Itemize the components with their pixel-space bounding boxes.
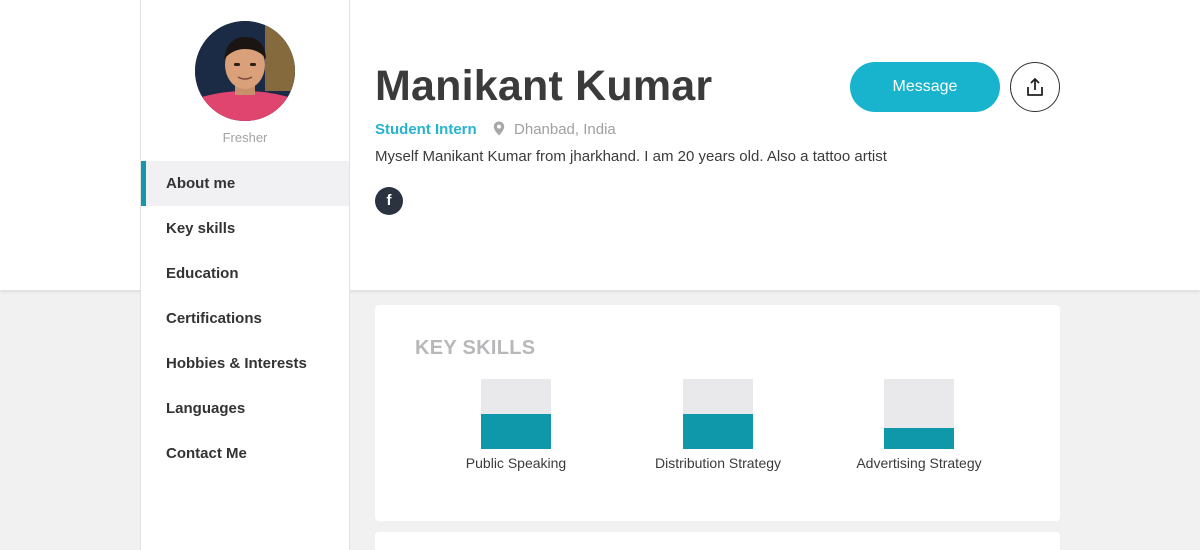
skill-bar-fill (683, 414, 753, 449)
sidebar: Fresher About me Key skills Education Ce… (140, 0, 350, 550)
sidebar-item-key-skills[interactable]: Key skills (141, 206, 349, 251)
skill-item: Public Speaking (416, 379, 616, 471)
share-icon (1027, 78, 1043, 96)
skill-bar (683, 379, 753, 449)
skill-label: Distribution Strategy (654, 455, 782, 471)
profile-bio: Myself Manikant Kumar from jharkhand. I … (375, 148, 887, 165)
skill-bar (481, 379, 551, 449)
avatar-photo (195, 21, 295, 121)
skill-bar-fill (884, 428, 954, 449)
experience-level: Fresher (222, 130, 268, 145)
profile-name: Manikant Kumar (375, 62, 713, 110)
skill-label: Public Speaking (465, 455, 567, 471)
skill-bar-fill (481, 414, 551, 449)
profile-meta: Student Intern Dhanbad, India (375, 121, 616, 140)
sidebar-nav: About me Key skills Education Certificat… (141, 161, 349, 476)
sidebar-item-certifications[interactable]: Certifications (141, 296, 349, 341)
skill-item: Distribution Strategy (618, 379, 818, 471)
facebook-icon[interactable]: f (375, 187, 403, 215)
skill-bar (884, 379, 954, 449)
key-skills-card: KEY SKILLS Public Speaking Distribution … (375, 305, 1060, 521)
profile-header: Manikant Kumar Student Intern Dhanbad, I… (375, 0, 1065, 290)
sidebar-item-education[interactable]: Education (141, 251, 349, 296)
avatar (195, 21, 295, 121)
profile-location: Dhanbad, India (514, 121, 616, 138)
skill-label: Advertising Strategy (856, 455, 982, 471)
share-button[interactable] (1010, 62, 1060, 112)
sidebar-item-hobbies-interests[interactable]: Hobbies & Interests (141, 341, 349, 386)
next-section-card (375, 532, 1060, 550)
profile-position: Student Intern (375, 121, 477, 138)
location-pin-icon (493, 121, 505, 140)
sidebar-item-contact-me[interactable]: Contact Me (141, 431, 349, 476)
message-button[interactable]: Message (850, 62, 1000, 112)
sidebar-item-languages[interactable]: Languages (141, 386, 349, 431)
sidebar-item-about-me[interactable]: About me (141, 161, 349, 206)
skill-item: Advertising Strategy (819, 379, 1019, 471)
key-skills-title: KEY SKILLS (415, 337, 536, 359)
